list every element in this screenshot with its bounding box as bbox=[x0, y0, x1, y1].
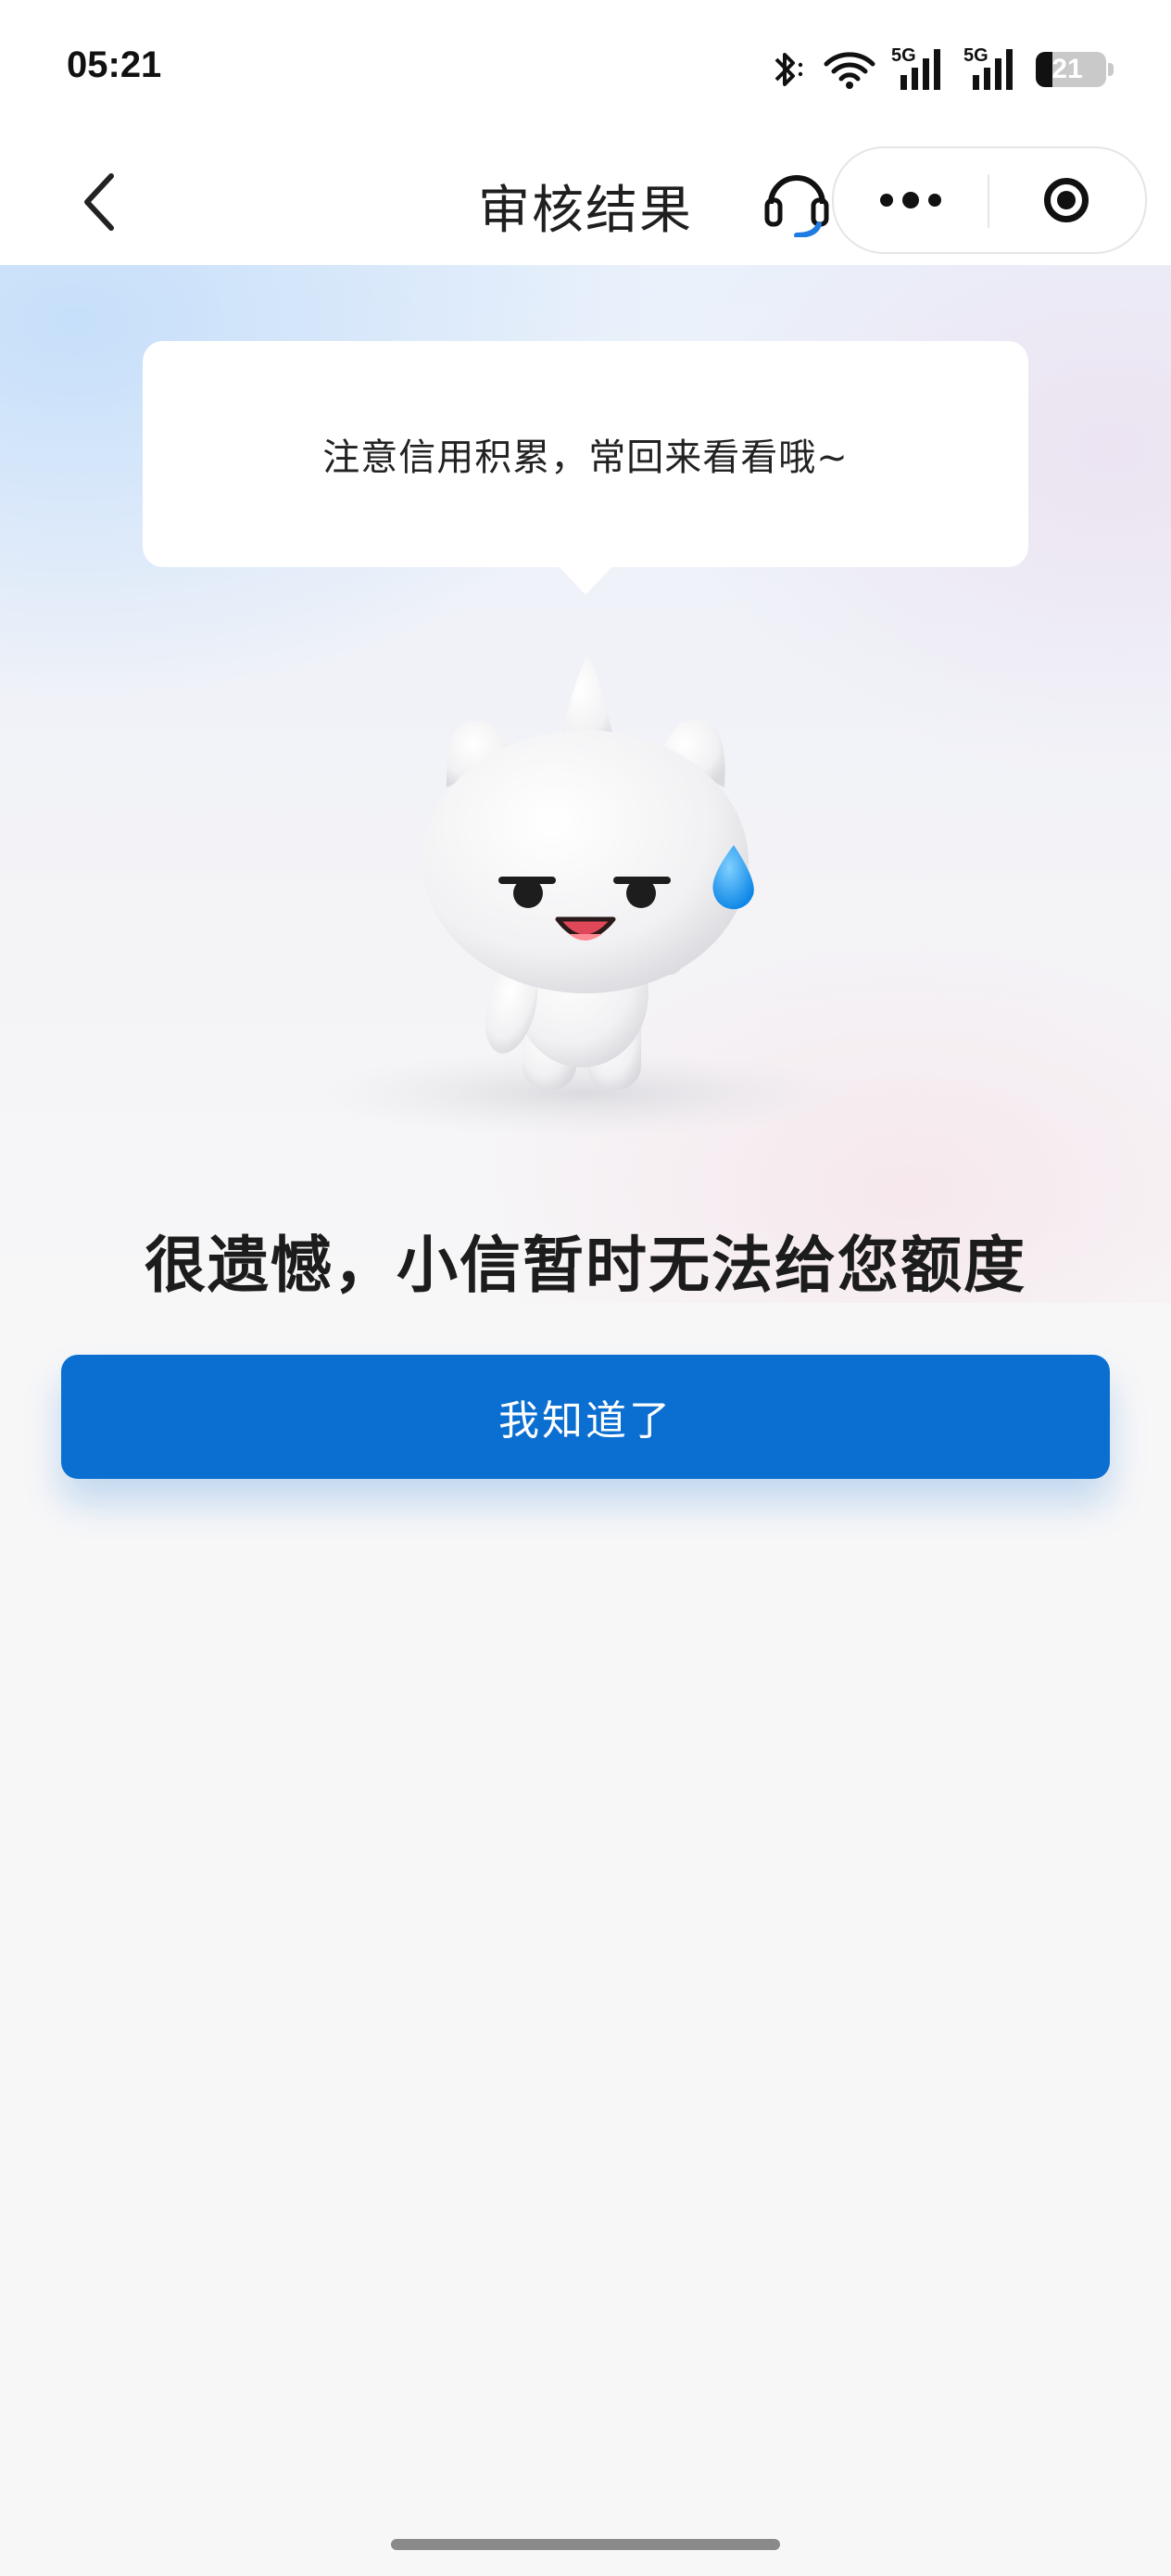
battery-nub bbox=[1108, 63, 1114, 76]
result-title: 很遗憾，小信暂时无法给您额度 bbox=[145, 1230, 1026, 1301]
speech-bubble: 注意信用积累，常回来看看哦~ bbox=[143, 341, 1028, 567]
miniapp-close-icon bbox=[1044, 178, 1089, 222]
battery-level: 21 bbox=[1051, 54, 1083, 84]
back-arrow-icon bbox=[84, 173, 114, 231]
mascot-cat-illustration bbox=[315, 656, 852, 1136]
bluetooth-icon bbox=[774, 53, 803, 86]
bubble-text: 注意信用积累，常回来看看哦~ bbox=[322, 436, 849, 479]
home-indicator[interactable] bbox=[391, 2539, 780, 2550]
more-dots-icon bbox=[880, 194, 893, 207]
battery-icon: 21 bbox=[1036, 52, 1114, 87]
more-dots-icon bbox=[902, 192, 919, 208]
status-time: 05:21 bbox=[67, 44, 162, 85]
customer-service-button[interactable] bbox=[762, 163, 832, 238]
status-icons: 5G 5G 21 bbox=[765, 45, 1114, 93]
speech-bubble-tail bbox=[558, 565, 613, 595]
signal-5g-icon: 5G bbox=[891, 45, 949, 92]
back-button[interactable] bbox=[65, 167, 135, 237]
miniapp-close-button[interactable] bbox=[989, 148, 1143, 252]
signal-5g-icon: 5G bbox=[963, 45, 1021, 92]
nav-bar: 审核结果 bbox=[0, 139, 1171, 265]
more-dots-icon bbox=[928, 194, 941, 207]
headset-icon bbox=[764, 175, 829, 238]
acknowledge-button[interactable]: 我知道了 bbox=[61, 1355, 1110, 1479]
more-button[interactable] bbox=[834, 148, 988, 252]
wifi-icon bbox=[824, 52, 875, 89]
status-bar: 05:21 5G 5G 21 bbox=[0, 0, 1171, 139]
miniapp-capsule bbox=[832, 146, 1147, 254]
